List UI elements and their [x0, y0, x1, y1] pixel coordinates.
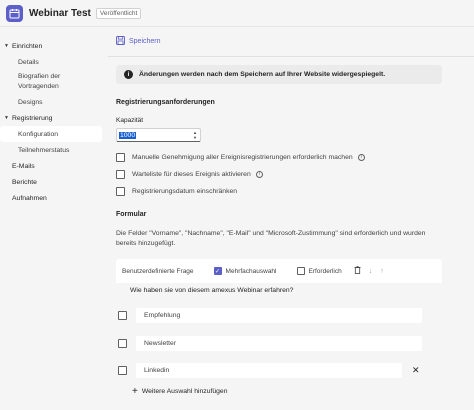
- toolbar: Speichern: [108, 27, 474, 57]
- question-text: Wie haben sie von diesem amexus Webinar …: [130, 286, 294, 294]
- calendar-icon: [6, 4, 23, 22]
- question-text-field[interactable]: Wie haben sie von diesem amexus Webinar …: [116, 283, 442, 297]
- answer-input[interactable]: Linkedin: [136, 362, 402, 378]
- option-restrict-date[interactable]: Registrierungsdatum einschränken: [116, 185, 442, 197]
- sidebar-item-emails[interactable]: E-Mails: [0, 158, 104, 174]
- multiple-choice-option[interactable]: ✓ Mehrfachauswahl: [213, 267, 277, 275]
- sidebar: ▼ Einrichten Details Biografien der Vort…: [0, 38, 104, 206]
- option-waitlist[interactable]: Warteliste für dieses Ereignis aktiviere…: [116, 168, 442, 180]
- form-description: Die Felder "Vorname", "Nachname", "E-Mai…: [116, 230, 426, 247]
- restrict-date-checkbox[interactable]: [116, 186, 125, 196]
- answer-row: Newsletter: [116, 335, 422, 351]
- answer-checkbox: [118, 365, 127, 375]
- sidebar-item-label: E-Mails: [12, 162, 35, 170]
- sidebar-item-label: Aufnahmen: [12, 194, 47, 202]
- sidebar-item-biografien[interactable]: Biografien der Vortragenden: [0, 70, 86, 94]
- sidebar-item-label: Designs: [18, 98, 43, 106]
- answer-row: Empfehlung: [116, 307, 422, 323]
- sidebar-item-designs[interactable]: Designs: [0, 94, 104, 110]
- save-icon: [116, 36, 125, 47]
- registration-section-title: Registrierungsanforderungen: [116, 99, 215, 106]
- sidebar-item-label: Berichte: [12, 178, 37, 186]
- arrow-up-icon[interactable]: ↑: [380, 268, 384, 275]
- help-icon[interactable]: i: [357, 153, 365, 161]
- spinner-arrows-icon[interactable]: ▲ ▼: [193, 130, 197, 140]
- required-checkbox[interactable]: [296, 267, 305, 275]
- status-badge: Veröffentlicht: [95, 7, 142, 19]
- answer-checkbox: [118, 310, 127, 320]
- answer-input[interactable]: Empfehlung: [136, 307, 422, 323]
- form-section-title: Formular: [116, 211, 147, 218]
- settings-panel: i Änderungen werden nach dem Speichern a…: [116, 65, 442, 285]
- answer-text: Newsletter: [144, 339, 177, 347]
- add-answer-button[interactable]: + Weitere Auswahl hinzufügen: [132, 386, 228, 397]
- sidebar-item-teilnehmerstatus[interactable]: Teilnehmerstatus: [0, 142, 104, 158]
- chevron-down-icon: ▼: [4, 115, 9, 121]
- option-manual-approval[interactable]: Manuelle Genehmigung aller Ereignisregis…: [116, 151, 442, 163]
- multiple-choice-label: Mehrfachauswahl: [225, 267, 277, 275]
- save-button[interactable]: Speichern: [116, 36, 161, 47]
- sidebar-item-aufnahmen[interactable]: Aufnahmen: [0, 190, 104, 206]
- option-label: Warteliste für dieses Ereignis aktiviere…: [132, 170, 251, 178]
- sidebar-item-berichte[interactable]: Berichte: [0, 174, 104, 190]
- sidebar-item-label: Teilnehmerstatus: [18, 146, 70, 154]
- custom-question-card: Benutzerdefinierte Frage ✓ Mehrfachauswa…: [116, 259, 442, 285]
- question-type-label: Benutzerdefinierte Frage: [122, 267, 194, 275]
- sidebar-item-registrierung[interactable]: ▼ Registrierung: [0, 110, 104, 126]
- main-content: Speichern i Änderungen werden nach dem S…: [108, 27, 474, 410]
- info-bar: i Änderungen werden nach dem Speichern a…: [116, 65, 442, 84]
- capacity-label: Kapazität: [116, 117, 144, 124]
- help-icon[interactable]: i: [255, 170, 263, 178]
- option-label: Manuelle Genehmigung aller Ereignisregis…: [132, 153, 353, 161]
- manual-approval-checkbox[interactable]: [116, 152, 125, 162]
- add-answer-label: Weitere Auswahl hinzufügen: [141, 388, 228, 395]
- page-title: Webinar Test: [29, 7, 91, 19]
- save-label: Speichern: [129, 38, 161, 45]
- info-icon: i: [124, 70, 133, 79]
- waitlist-checkbox[interactable]: [116, 169, 125, 179]
- sidebar-item-label: Einrichten: [12, 42, 43, 50]
- sidebar-item-label: Konfiguration: [18, 130, 59, 138]
- info-text: Änderungen werden nach dem Speichern auf…: [139, 71, 386, 78]
- answer-row: Linkedin ✕: [116, 362, 420, 378]
- app-header: Webinar Test Veröffentlicht: [0, 0, 474, 27]
- answer-checkbox: [118, 338, 127, 348]
- sidebar-item-konfiguration[interactable]: Konfiguration: [0, 126, 102, 142]
- arrow-down-icon[interactable]: ↓: [369, 268, 373, 275]
- question-actions: ↓ ↑: [354, 266, 384, 276]
- multiple-choice-checkbox[interactable]: ✓: [213, 267, 222, 275]
- answer-input[interactable]: Newsletter: [136, 335, 422, 351]
- trash-icon[interactable]: [354, 266, 361, 276]
- required-label: Erforderlich: [308, 267, 342, 275]
- question-header: Benutzerdefinierte Frage ✓ Mehrfachauswa…: [122, 265, 436, 277]
- capacity-value: 1000: [119, 131, 137, 139]
- sidebar-item-label: Registrierung: [12, 114, 53, 122]
- sidebar-item-label: Details: [18, 58, 39, 66]
- required-option[interactable]: Erforderlich: [296, 267, 342, 275]
- capacity-input[interactable]: 1000 ▲ ▼: [116, 128, 201, 142]
- sidebar-item-einrichten[interactable]: ▼ Einrichten: [0, 38, 104, 54]
- answer-text: Linkedin: [144, 366, 170, 374]
- option-label: Registrierungsdatum einschränken: [132, 187, 238, 195]
- sidebar-item-details[interactable]: Details: [0, 54, 104, 70]
- plus-icon: +: [132, 386, 138, 397]
- close-icon[interactable]: ✕: [412, 365, 420, 376]
- chevron-down-icon: ▼: [4, 43, 9, 49]
- answer-text: Empfehlung: [144, 311, 181, 319]
- sidebar-item-label: Biografien der Vortragenden: [18, 73, 61, 90]
